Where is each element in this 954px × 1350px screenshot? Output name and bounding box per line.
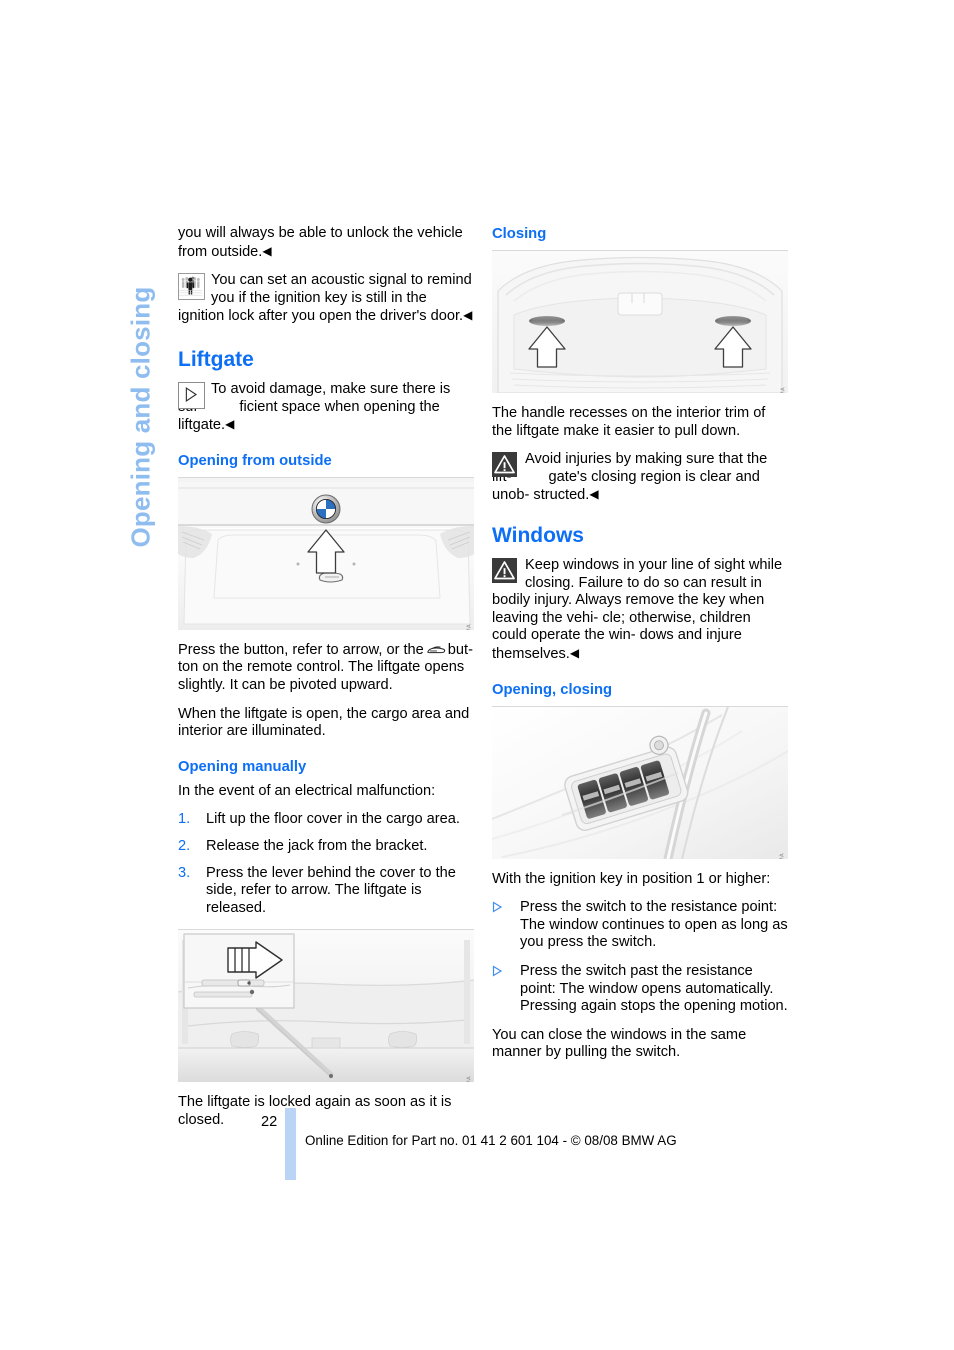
heading-opening-closing: Opening, closing — [492, 681, 613, 698]
figure-code: VH-0410CMA — [466, 1076, 472, 1082]
note-line-2: ficient space when opening the liftgate.… — [178, 398, 440, 434]
warning-triangle-icon — [492, 452, 517, 478]
handle-recesses-paragraph: The handle recesses on the interior trim… — [492, 405, 766, 439]
left-column: you will always be able to unlock the ve… — [178, 225, 474, 1140]
note-line-3: lock after you open the driver's door.◀ — [228, 308, 473, 325]
heading-opening-from-outside: Opening from outside — [178, 452, 332, 469]
liftgate-space-note: To avoid damage, make sure there is suf-… — [178, 381, 474, 435]
windows-warning-text: Keep windows in your line of sight while… — [492, 557, 788, 664]
list-item: 2. Release the jack from the bracket. — [178, 838, 474, 856]
page-accent-bar — [285, 1108, 296, 1180]
figure-code: VH-0431CMA — [780, 387, 786, 393]
remote-trunk-button-icon — [426, 643, 446, 654]
figure-code: MY0096CMA — [780, 853, 786, 859]
bullet-text: Press the switch to the resistance point… — [520, 899, 788, 951]
chapter-side-tab: Opening and closing — [118, 225, 164, 555]
liftgate-space-note-text: To avoid damage, make sure there is suf-… — [178, 381, 474, 435]
step-number: 1. — [178, 811, 191, 828]
liftgate-exterior-illustration: VH-0609CMA — [178, 476, 474, 630]
manual-page: Opening and closing you will always be a… — [0, 0, 954, 1350]
heading-windows: Windows — [492, 523, 584, 547]
door-window-switch-panel-illustration: MY0096CMA — [492, 705, 788, 859]
footer-edition-line: Online Edition for Part no. 01 41 2 601 … — [305, 1133, 677, 1148]
liftgate-interior-handles-illustration: VH-0431CMA — [492, 250, 788, 393]
cargo-light-paragraph: When the liftgate is open, the cargo are… — [178, 705, 470, 740]
heading-opening-manually: Opening manually — [178, 758, 307, 775]
chapter-side-tab-label: Opening and closing — [125, 286, 156, 548]
page-footer: 22 Online Edition for Part no. 01 41 2 6… — [0, 1108, 954, 1198]
bullet-triangle-icon — [492, 965, 503, 977]
liftgate-closing-warning-note: Avoid injuries by making sure that the l… — [492, 451, 788, 505]
heading-closing: Closing — [492, 226, 547, 242]
manual-opening-steps: 1. Lift up the floor cover in the cargo … — [178, 811, 474, 917]
acoustic-signal-note-text: You can set an acoustic signal to remind… — [178, 272, 474, 326]
figure-code: VH-0609CMA — [466, 624, 472, 630]
intro-paragraph: you will always be able to unlock the ve… — [178, 225, 463, 260]
people-pictogram-icon — [178, 273, 205, 301]
windows-warning-note: Keep windows in your line of sight while… — [492, 557, 788, 664]
liftgate-closing-warning-text: Avoid injuries by making sure that the l… — [492, 451, 788, 505]
end-mark-icon: ◀ — [262, 243, 272, 258]
list-item: Press the switch to the resistance point… — [492, 899, 788, 952]
step-number: 2. — [178, 837, 191, 854]
step-number: 3. — [178, 864, 191, 881]
heading-liftgate: Liftgate — [178, 347, 254, 371]
note-line-3: structed.◀ — [533, 487, 599, 504]
end-mark-icon: ◀ — [589, 487, 599, 502]
step-text: Lift up the floor cover in the cargo are… — [206, 811, 460, 828]
malfunction-paragraph: In the event of an electrical malfunctio… — [178, 782, 436, 799]
list-item: 3. Press the lever behind the cover to t… — [178, 865, 474, 918]
press-button-paragraph: Press the button, refer to arrow, or the… — [178, 641, 473, 693]
window-operation-bullets: Press the switch to the resistance point… — [492, 899, 788, 1016]
caution-triangle-outline-icon — [178, 381, 205, 409]
ignition-position-paragraph: With the ignition key in position 1 or h… — [492, 870, 771, 887]
note-line-3: bodily injury. — [492, 592, 573, 609]
end-mark-icon: ◀ — [463, 308, 473, 323]
end-mark-icon: ◀ — [569, 645, 580, 660]
bullet-text: Press the switch past the resistance poi… — [520, 962, 788, 1015]
close-windows-paragraph: You can close the windows in the same ma… — [492, 1026, 747, 1061]
cargo-area-lever-illustration: VH-0410CMA — [178, 929, 474, 1083]
right-column: Closing The handle recesses on the inter… — [492, 225, 788, 1073]
list-item: 1. Lift up the floor cover in the cargo … — [178, 811, 474, 829]
note-line-1: You can set an acoustic signal to remind — [211, 272, 472, 289]
acoustic-signal-note: You can set an acoustic signal to remind… — [178, 272, 474, 326]
note-line-2: closing. Failure to do so can result in — [525, 574, 762, 591]
end-mark-icon: ◀ — [225, 417, 235, 432]
note-line-1: Keep windows in your line of sight while — [525, 556, 783, 573]
step-text: Release the jack from the bracket. — [206, 837, 428, 854]
step-text: Press the lever behind the cover to the … — [206, 864, 456, 916]
page-number: 22 — [261, 1114, 278, 1130]
list-item: Press the switch past the resistance poi… — [492, 963, 788, 1016]
warning-triangle-icon — [492, 557, 517, 583]
bullet-triangle-icon — [492, 901, 503, 913]
